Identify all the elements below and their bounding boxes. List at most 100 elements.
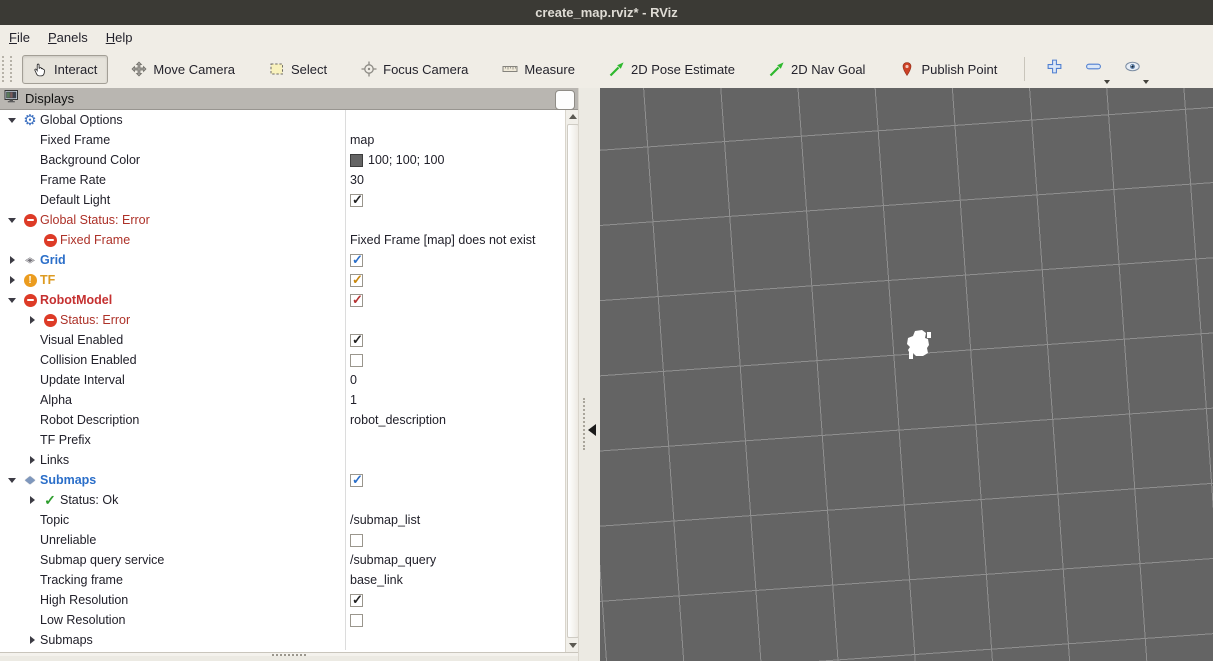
tree-row[interactable]: ◆Submaps✓ bbox=[0, 470, 565, 490]
vertical-scrollbar[interactable] bbox=[565, 110, 578, 652]
nav-goal-tool-button[interactable]: 2D Nav Goal bbox=[758, 54, 876, 84]
toolbar-drag-handle[interactable] bbox=[2, 56, 12, 82]
tree-row-value[interactable]: ✓ bbox=[345, 470, 565, 490]
remove-tool-button[interactable] bbox=[1079, 54, 1108, 84]
tree-row-value[interactable]: ✓ bbox=[345, 270, 565, 290]
property-value-text[interactable]: robot_description bbox=[350, 413, 446, 427]
menu-help[interactable]: Help bbox=[97, 28, 142, 47]
tree-row[interactable]: Visual Enabled✓ bbox=[0, 330, 565, 350]
tree-row-value[interactable]: ✓ bbox=[345, 250, 565, 270]
property-value-text[interactable]: /submap_list bbox=[350, 513, 420, 527]
checkbox-checked[interactable]: ✓ bbox=[350, 254, 363, 267]
tree-row-value[interactable]: 1 bbox=[345, 390, 565, 410]
checkbox-checked[interactable]: ✓ bbox=[350, 594, 363, 607]
expand-arrow[interactable] bbox=[4, 256, 20, 264]
tree-row[interactable]: RobotModel✓ bbox=[0, 290, 565, 310]
expand-arrow[interactable] bbox=[24, 636, 40, 644]
pose-estimate-tool-button[interactable]: 2D Pose Estimate bbox=[598, 54, 746, 84]
scroll-down-button[interactable] bbox=[566, 639, 578, 652]
tree-row[interactable]: ⚙Global Options bbox=[0, 110, 565, 130]
tree-row[interactable]: Submap query service/submap_query bbox=[0, 550, 565, 570]
move-camera-tool-button[interactable]: Move Camera bbox=[120, 54, 246, 84]
property-value-text[interactable]: base_link bbox=[350, 573, 403, 587]
expand-arrow[interactable] bbox=[4, 218, 20, 223]
tree-row-value[interactable] bbox=[345, 350, 565, 370]
checkbox-checked[interactable]: ✓ bbox=[350, 334, 363, 347]
scrollbar-thumb[interactable] bbox=[567, 124, 578, 638]
menu-panels[interactable]: Panels bbox=[39, 28, 97, 47]
add-tool-button[interactable] bbox=[1040, 54, 1069, 84]
property-value-text[interactable]: 100; 100; 100 bbox=[368, 153, 444, 167]
tree-row-value[interactable]: ✓ bbox=[345, 190, 565, 210]
property-value-text[interactable]: /submap_query bbox=[350, 553, 436, 567]
property-value-text[interactable]: 30 bbox=[350, 173, 364, 187]
tree-row-value[interactable]: robot_description bbox=[345, 410, 565, 430]
tree-row[interactable]: Update Interval0 bbox=[0, 370, 565, 390]
tree-row-value[interactable]: 30 bbox=[345, 170, 565, 190]
measure-tool-button[interactable]: Measure bbox=[491, 54, 586, 84]
property-value-text[interactable]: Fixed Frame [map] does not exist bbox=[350, 233, 536, 247]
tree-row[interactable]: Submaps bbox=[0, 630, 565, 650]
tree-row[interactable]: Default Light✓ bbox=[0, 190, 565, 210]
panel-float-button[interactable] bbox=[555, 90, 575, 110]
tree-row[interactable]: Links bbox=[0, 450, 565, 470]
tree-row[interactable]: TF Prefix bbox=[0, 430, 565, 450]
tree-row-value[interactable]: ✓ bbox=[345, 330, 565, 350]
tree-row-value[interactable]: 0 bbox=[345, 370, 565, 390]
tree-row[interactable]: Unreliable bbox=[0, 530, 565, 550]
expand-arrow[interactable] bbox=[4, 298, 20, 303]
tree-row[interactable]: Topic/submap_list bbox=[0, 510, 565, 530]
tree-row[interactable]: Global Status: Error bbox=[0, 210, 565, 230]
tree-row-value[interactable]: Fixed Frame [map] does not exist bbox=[345, 230, 565, 250]
panel-splitter[interactable] bbox=[578, 88, 601, 661]
tree-row-value[interactable]: /submap_list bbox=[345, 510, 565, 530]
tree-row-value[interactable]: /submap_query bbox=[345, 550, 565, 570]
focus-camera-tool-button[interactable]: Focus Camera bbox=[350, 54, 479, 84]
eye-tool-button[interactable] bbox=[1118, 54, 1147, 84]
tree-row[interactable]: High Resolution✓ bbox=[0, 590, 565, 610]
tree-row[interactable]: Low Resolution bbox=[0, 610, 565, 630]
property-value-text[interactable]: map bbox=[350, 133, 374, 147]
tree-row[interactable]: Robot Descriptionrobot_description bbox=[0, 410, 565, 430]
tree-row[interactable]: !TF✓ bbox=[0, 270, 565, 290]
checkbox-checked[interactable]: ✓ bbox=[350, 474, 363, 487]
checkbox-unchecked[interactable] bbox=[350, 614, 363, 627]
checkbox-checked[interactable]: ✓ bbox=[350, 194, 363, 207]
tree-row-value[interactable]: ✓ bbox=[345, 590, 565, 610]
expand-arrow[interactable] bbox=[4, 478, 20, 483]
publish-point-tool-button[interactable]: Publish Point bbox=[888, 54, 1008, 84]
collapse-panel-icon[interactable] bbox=[588, 424, 596, 436]
tree-row-value[interactable] bbox=[345, 610, 565, 630]
expand-arrow[interactable] bbox=[4, 276, 20, 284]
tree-row[interactable]: Alpha1 bbox=[0, 390, 565, 410]
tree-row[interactable]: Fixed Framemap bbox=[0, 130, 565, 150]
tree-row[interactable]: ✓Status: Ok bbox=[0, 490, 565, 510]
tree-row[interactable]: Status: Error bbox=[0, 310, 565, 330]
scroll-up-button[interactable] bbox=[566, 110, 578, 123]
title-bar[interactable]: create_map.rviz* - RViz bbox=[0, 0, 1213, 25]
expand-arrow[interactable] bbox=[24, 456, 40, 464]
checkbox-checked[interactable]: ✓ bbox=[350, 274, 363, 287]
interact-tool-button[interactable]: Interact bbox=[22, 55, 108, 84]
tree-row[interactable]: ◈Grid✓ bbox=[0, 250, 565, 270]
expand-arrow[interactable] bbox=[24, 496, 40, 504]
tree-row-value[interactable]: ✓ bbox=[345, 290, 565, 310]
select-tool-button[interactable]: Select bbox=[258, 54, 338, 84]
viewport-3d[interactable] bbox=[600, 88, 1213, 661]
tree-row[interactable]: Background Color100; 100; 100 bbox=[0, 150, 565, 170]
expand-arrow[interactable] bbox=[24, 316, 40, 324]
tree-row[interactable]: Tracking framebase_link bbox=[0, 570, 565, 590]
expand-arrow[interactable] bbox=[4, 118, 20, 123]
tree-row-value[interactable]: map bbox=[345, 130, 565, 150]
tree-row-value[interactable]: 100; 100; 100 bbox=[345, 150, 565, 170]
tree-row-value[interactable]: base_link bbox=[345, 570, 565, 590]
displays-panel-header[interactable]: Displays bbox=[0, 88, 578, 110]
checkbox-unchecked[interactable] bbox=[350, 354, 363, 367]
tree-row[interactable]: Collision Enabled bbox=[0, 350, 565, 370]
menu-file[interactable]: File bbox=[0, 28, 39, 47]
tree-row[interactable]: Frame Rate30 bbox=[0, 170, 565, 190]
tree-row[interactable]: Fixed FrameFixed Frame [map] does not ex… bbox=[0, 230, 565, 250]
property-value-text[interactable]: 0 bbox=[350, 373, 357, 387]
checkbox-unchecked[interactable] bbox=[350, 534, 363, 547]
checkbox-checked[interactable]: ✓ bbox=[350, 294, 363, 307]
